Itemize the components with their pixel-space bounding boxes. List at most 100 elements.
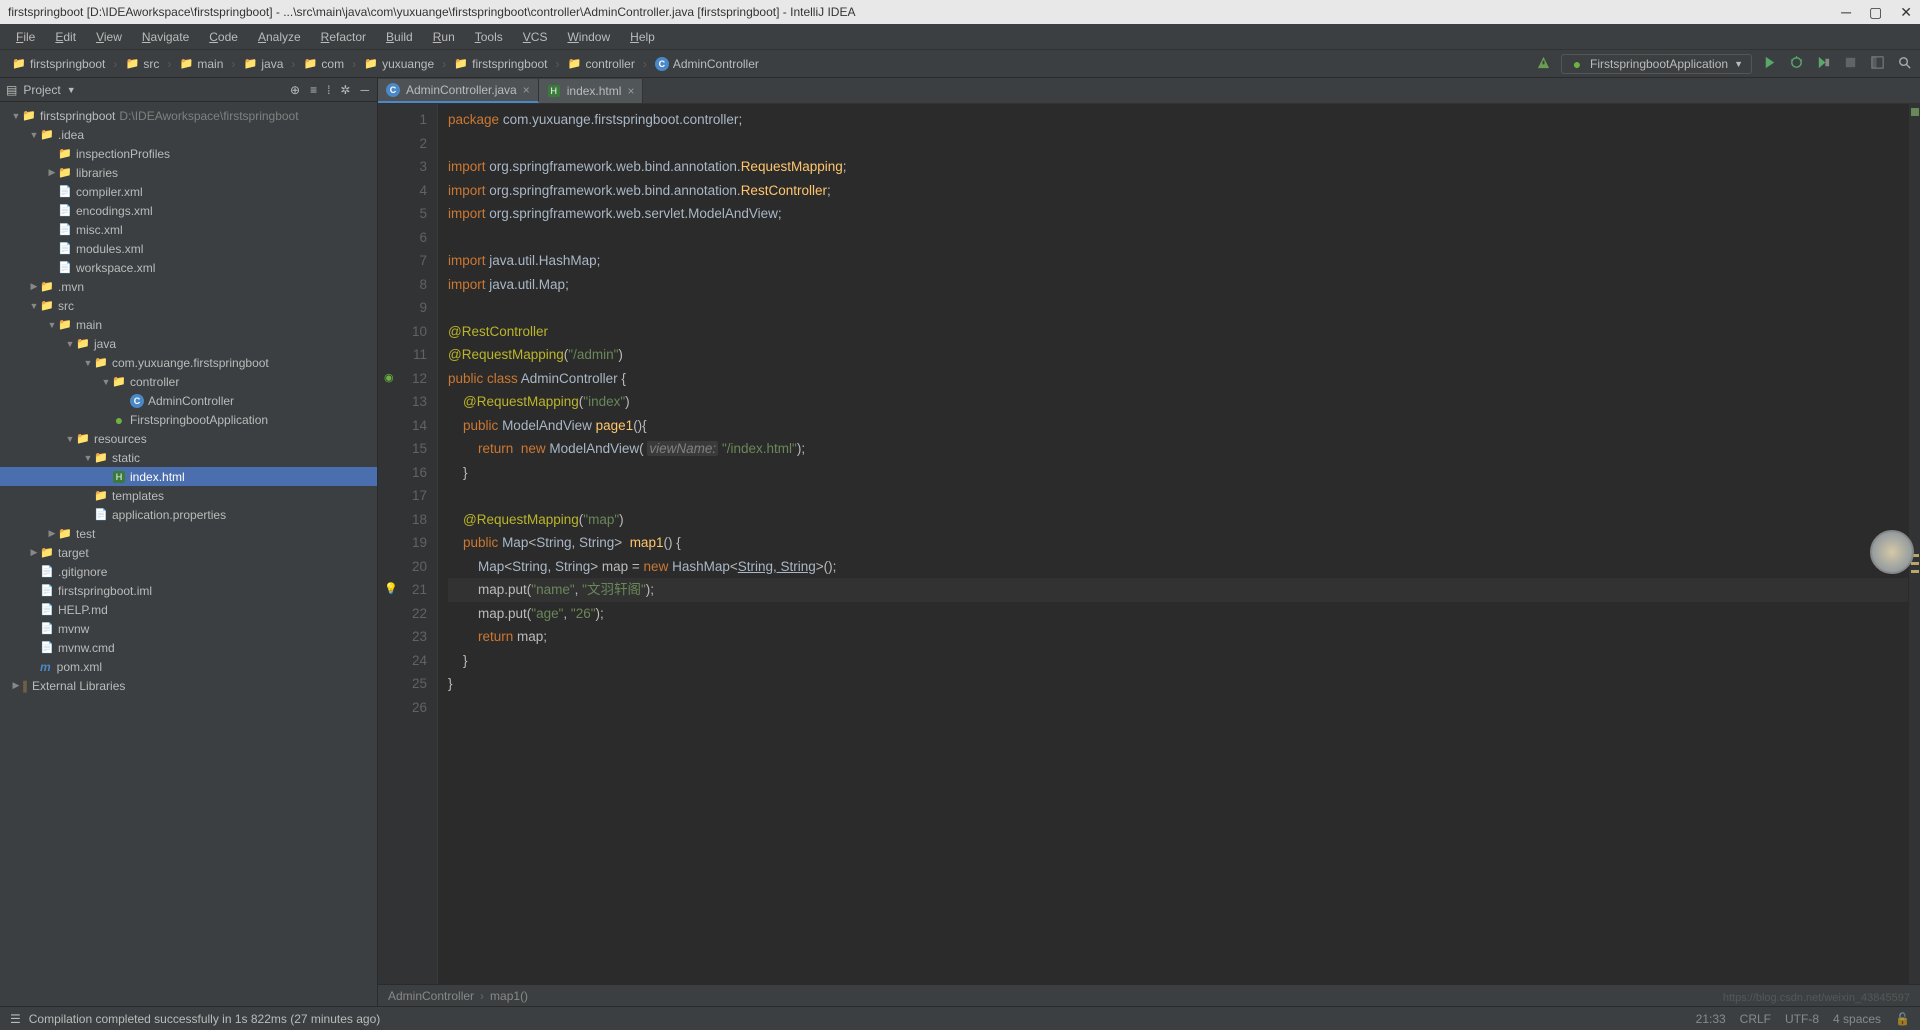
maximize-button[interactable]: ▢ (1869, 4, 1882, 21)
dropdown-icon: ▼ (1734, 59, 1743, 69)
tree-node[interactable]: ▼.idea (0, 125, 377, 144)
tree-node[interactable]: ▶target (0, 543, 377, 562)
avatar[interactable] (1870, 530, 1914, 574)
code-editor[interactable]: 1234567891011◉121314151617181920💡2122232… (378, 104, 1920, 984)
tree-node[interactable]: .gitignore (0, 562, 377, 581)
intention-bulb-icon[interactable]: 💡 (384, 578, 398, 602)
readonly-lock-icon[interactable]: 🔓 (1895, 1012, 1910, 1026)
debug-button[interactable] (1787, 53, 1806, 75)
hide-panel-icon[interactable]: ─ (358, 81, 371, 99)
file-encoding[interactable]: UTF-8 (1785, 1012, 1819, 1026)
stop-button[interactable] (1841, 53, 1860, 75)
indent-info[interactable]: 4 spaces (1833, 1012, 1881, 1026)
line-gutter[interactable]: 1234567891011◉121314151617181920💡2122232… (378, 104, 438, 984)
menu-window[interactable]: Window (559, 28, 618, 46)
tree-node[interactable]: workspace.xml (0, 258, 377, 277)
tree-node[interactable]: ▼controller (0, 372, 377, 391)
tree-node[interactable]: ▶libraries (0, 163, 377, 182)
project-structure-icon[interactable] (1868, 53, 1887, 75)
cursor-position[interactable]: 21:33 (1696, 1012, 1726, 1026)
menu-vcs[interactable]: VCS (515, 28, 556, 46)
spring-icon (1570, 57, 1584, 71)
breadcrumb-item[interactable]: firstspringboot (448, 55, 553, 73)
tree-node[interactable]: ▼com.yuxuange.firstspringboot (0, 353, 377, 372)
editor-area: AdminController.java×index.html× 1234567… (378, 78, 1920, 1006)
menu-file[interactable]: File (8, 28, 43, 46)
editor-tab[interactable]: AdminController.java× (378, 79, 539, 103)
tree-node[interactable]: mpom.xml (0, 657, 377, 676)
breadcrumb-item[interactable]: src (119, 55, 165, 73)
breadcrumb-item[interactable]: yuxuange (358, 55, 440, 73)
menu-build[interactable]: Build (378, 28, 421, 46)
tree-node[interactable]: modules.xml (0, 239, 377, 258)
tree-node[interactable]: application.properties (0, 505, 377, 524)
folder-icon (58, 318, 72, 332)
tree-node[interactable]: ▼resources (0, 429, 377, 448)
code-body[interactable]: package com.yuxuange.firstspringboot.con… (438, 104, 1908, 984)
menu-refactor[interactable]: Refactor (313, 28, 374, 46)
tree-node[interactable]: ▼java (0, 334, 377, 353)
tree-node[interactable]: ▼main (0, 315, 377, 334)
breadcrumb-item[interactable]: firstspringboot (6, 55, 111, 73)
tree-node[interactable]: inspectionProfiles (0, 144, 377, 163)
tree-node[interactable]: HELP.md (0, 600, 377, 619)
editor-breadcrumb[interactable]: AdminController › map1() (378, 984, 1920, 1006)
run-config-selector[interactable]: FirstspringbootApplication ▼ (1561, 54, 1752, 74)
spring-gutter-icon[interactable]: ◉ (384, 367, 394, 391)
close-tab-icon[interactable]: × (627, 84, 634, 98)
menu-tools[interactable]: Tools (467, 28, 511, 46)
project-tree[interactable]: ▼firstspringbootD:\IDEAworkspace\firstsp… (0, 102, 377, 1006)
editor-crumb-method[interactable]: map1() (490, 989, 528, 1003)
breadcrumb-item[interactable]: com (297, 55, 350, 73)
tree-node[interactable]: AdminController (0, 391, 377, 410)
editor-crumb-class[interactable]: AdminController (388, 989, 474, 1003)
run-button[interactable] (1760, 53, 1779, 75)
window-title: firstspringboot [D:\IDEAworkspace\firsts… (8, 5, 855, 19)
tree-node[interactable]: mvnw (0, 619, 377, 638)
tree-node[interactable]: ▶.mvn (0, 277, 377, 296)
tree-node[interactable]: ▶test (0, 524, 377, 543)
menu-view[interactable]: View (88, 28, 130, 46)
project-view-dropdown[interactable]: ▼ (67, 85, 76, 95)
breadcrumb-item[interactable]: controller (562, 55, 641, 73)
menu-run[interactable]: Run (425, 28, 463, 46)
tree-node[interactable]: templates (0, 486, 377, 505)
select-opened-file-icon[interactable]: ⊕ (288, 81, 302, 99)
close-tab-icon[interactable]: × (523, 83, 530, 97)
navigation-bar: firstspringboot›src›main›java›com›yuxuan… (0, 50, 1920, 78)
breadcrumb-item[interactable]: java (237, 55, 289, 73)
gear-icon[interactable]: ✲ (338, 81, 352, 99)
tree-node[interactable]: ▼src (0, 296, 377, 315)
breadcrumb-item[interactable]: main (173, 55, 229, 73)
run-coverage-button[interactable] (1814, 53, 1833, 75)
file-icon (58, 223, 72, 237)
tree-node[interactable]: ▼firstspringbootD:\IDEAworkspace\firstsp… (0, 106, 377, 125)
tree-node[interactable]: mvnw.cmd (0, 638, 377, 657)
tree-node[interactable]: ▼static (0, 448, 377, 467)
menu-analyze[interactable]: Analyze (250, 28, 309, 46)
tree-node[interactable]: ▶∥External Libraries (0, 676, 377, 695)
tree-node[interactable]: index.html (0, 467, 377, 486)
build-icon[interactable] (1534, 53, 1553, 75)
search-icon[interactable] (1895, 53, 1914, 75)
line-separator[interactable]: CRLF (1740, 1012, 1771, 1026)
menu-code[interactable]: Code (201, 28, 246, 46)
status-icon[interactable]: ☰ (10, 1012, 21, 1026)
tree-node[interactable]: misc.xml (0, 220, 377, 239)
menu-help[interactable]: Help (622, 28, 663, 46)
tree-node[interactable]: encodings.xml (0, 201, 377, 220)
editor-tab[interactable]: index.html× (539, 79, 644, 103)
breadcrumb[interactable]: firstspringboot›src›main›java›com›yuxuan… (6, 55, 765, 73)
minimize-button[interactable]: ─ (1841, 4, 1851, 21)
collapse-all-icon[interactable]: ⁞ (325, 81, 332, 99)
folder-icon (94, 451, 108, 465)
tree-node[interactable]: compiler.xml (0, 182, 377, 201)
tree-node[interactable]: FirstspringbootApplication (0, 410, 377, 429)
menu-navigate[interactable]: Navigate (134, 28, 197, 46)
breadcrumb-item[interactable]: AdminController (649, 55, 765, 73)
folder-icon (655, 57, 669, 71)
close-button[interactable]: ✕ (1900, 4, 1912, 21)
expand-all-icon[interactable]: ≡ (308, 81, 319, 99)
menu-edit[interactable]: Edit (47, 28, 84, 46)
tree-node[interactable]: firstspringboot.iml (0, 581, 377, 600)
